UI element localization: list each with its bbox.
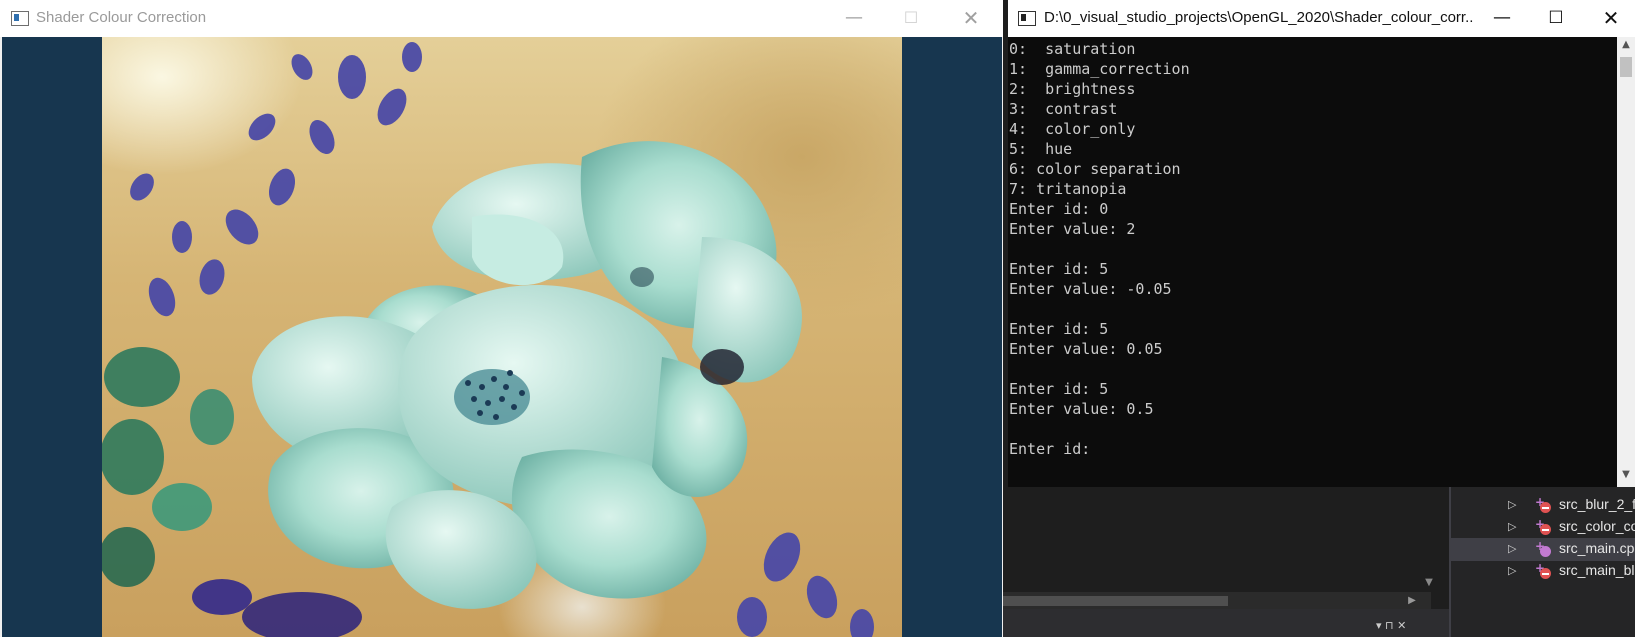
maximize-button[interactable]: ☐ xyxy=(883,0,939,37)
solution-explorer-item-label: src_color_co xyxy=(1559,518,1635,534)
gl-titlebar[interactable]: Shader Colour Correction — ☐ ✕ xyxy=(0,0,1003,37)
cpp-file-excluded-icon: + xyxy=(1535,561,1551,579)
gl-window: Shader Colour Correction — ☐ ✕ xyxy=(0,0,1003,637)
panel-window-controls[interactable]: ▾ ⊓ ✕ xyxy=(1376,619,1406,632)
console-output[interactable]: 0: saturation 1: gamma_correction 2: bri… xyxy=(1009,37,1609,489)
console-app-icon xyxy=(1018,11,1036,26)
expand-arrow-icon[interactable]: ▷ xyxy=(1508,498,1516,511)
scroll-up-arrow-icon[interactable]: ▲ xyxy=(1617,39,1635,53)
cpp-file-excluded-icon: + xyxy=(1535,517,1551,535)
scroll-down-arrow-icon[interactable]: ▼ xyxy=(1421,577,1437,589)
solution-explorer-item[interactable]: ▷ + src_color_co xyxy=(1451,516,1635,539)
gl-window-title: Shader Colour Correction xyxy=(36,9,207,26)
expand-arrow-icon[interactable]: ▷ xyxy=(1508,564,1516,577)
scroll-down-arrow-icon[interactable]: ▼ xyxy=(1617,469,1635,483)
solution-explorer-item-label: src_main_bl xyxy=(1559,562,1635,578)
solution-explorer-item-label: src_main.cp xyxy=(1559,540,1635,556)
flower-illustration xyxy=(102,42,874,637)
console-window: D:\0_visual_studio_projects\OpenGL_2020\… xyxy=(1008,0,1635,487)
solution-explorer-item[interactable]: ▷ + src_main.cp xyxy=(1451,538,1635,561)
scroll-thumb[interactable] xyxy=(1003,596,1228,606)
maximize-button[interactable]: ☐ xyxy=(1528,0,1584,37)
ide-panel-header: ▾ ⊓ ✕ xyxy=(1003,609,1449,637)
minimize-button[interactable]: — xyxy=(1474,0,1530,37)
render-canvas[interactable] xyxy=(2,37,1002,637)
console-titlebar[interactable]: D:\0_visual_studio_projects\OpenGL_2020\… xyxy=(1008,0,1635,37)
cpp-file-icon: + xyxy=(1535,539,1551,557)
console-scrollbar[interactable]: ▲ ▼ xyxy=(1617,37,1635,487)
rendered-flower-image xyxy=(102,37,902,637)
close-button[interactable]: ✕ xyxy=(943,0,999,37)
minimize-button[interactable]: — xyxy=(826,0,882,37)
expand-arrow-icon[interactable]: ▷ xyxy=(1508,520,1516,533)
ide-editor-pane: ▼ ▶ ▾ ⊓ ✕ xyxy=(1003,487,1449,637)
solution-explorer-item[interactable]: ▷ + src_main_bl xyxy=(1451,560,1635,583)
solution-explorer: ▷ + src_blur_2_f ▷ + src_color_co ▷ + src_main.c… xyxy=(1451,487,1635,637)
scroll-right-arrow-icon[interactable]: ▶ xyxy=(1403,592,1421,609)
console-window-title: D:\0_visual_studio_projects\OpenGL_2020\… xyxy=(1044,9,1474,26)
solution-explorer-item[interactable]: ▷ + src_blur_2_f xyxy=(1451,494,1635,517)
scroll-thumb[interactable] xyxy=(1620,57,1632,77)
expand-arrow-icon[interactable]: ▷ xyxy=(1508,542,1516,555)
close-button[interactable]: ✕ xyxy=(1583,0,1635,37)
horizontal-scrollbar[interactable]: ▶ xyxy=(1003,592,1431,609)
cpp-file-excluded-icon: + xyxy=(1535,495,1551,513)
solution-explorer-item-label: src_blur_2_f xyxy=(1559,496,1635,512)
app-window-icon xyxy=(11,11,29,26)
